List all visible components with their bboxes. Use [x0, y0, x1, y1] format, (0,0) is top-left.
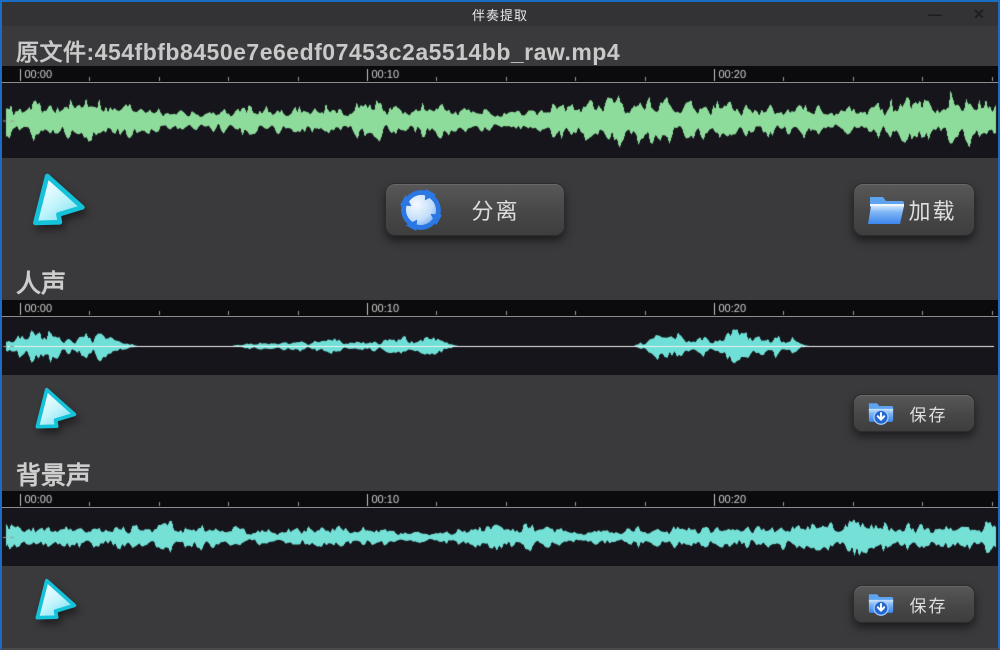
app-window: 伴奏提取 — ✕ 原文件:454fbfb8450e7e6edf07453c2a5…	[0, 0, 1000, 650]
save-background-button[interactable]: 保存	[853, 585, 975, 623]
play-triangle-icon	[30, 576, 82, 628]
vocal-track-label: 人声	[2, 264, 998, 300]
play-triangle-icon	[26, 170, 92, 236]
close-icon[interactable]: ✕	[970, 2, 988, 26]
controls-row-vocal: 保存	[2, 375, 998, 457]
timeline-ruler-vocal	[2, 300, 998, 317]
titlebar: 伴奏提取 — ✕	[2, 2, 998, 26]
waveform-background[interactable]	[2, 508, 998, 566]
load-button-label: 加载	[907, 194, 974, 226]
timeline-ruler-background	[2, 491, 998, 508]
controls-row-original: 分离 加载	[2, 158, 998, 264]
timeline-ruler-original	[2, 66, 998, 83]
minimize-icon[interactable]: —	[926, 2, 944, 26]
play-vocal-button[interactable]	[30, 385, 82, 437]
source-file-label: 原文件:454fbfb8450e7e6edf07453c2a5514bb_raw…	[2, 26, 998, 66]
folder-download-icon	[867, 400, 895, 427]
separate-button-label: 分离	[443, 194, 564, 226]
window-controls: — ✕	[926, 2, 988, 26]
save-vocal-button[interactable]: 保存	[853, 394, 975, 432]
separate-button[interactable]: 分离	[385, 183, 565, 236]
background-track-label: 背景声	[2, 457, 998, 491]
window-title: 伴奏提取	[472, 5, 528, 24]
waveform-original[interactable]	[2, 83, 998, 158]
play-background-button[interactable]	[30, 576, 82, 628]
folder-download-icon	[867, 591, 895, 618]
waveform-vocal[interactable]	[2, 317, 998, 375]
sync-arrows-icon	[399, 188, 443, 232]
play-triangle-icon	[30, 385, 82, 437]
controls-row-background: 保存	[2, 566, 998, 648]
save-vocal-button-label: 保存	[895, 401, 974, 426]
load-button[interactable]: 加载	[853, 183, 975, 236]
open-folder-icon	[867, 193, 907, 227]
play-original-button[interactable]	[26, 170, 92, 236]
save-background-button-label: 保存	[895, 592, 974, 617]
